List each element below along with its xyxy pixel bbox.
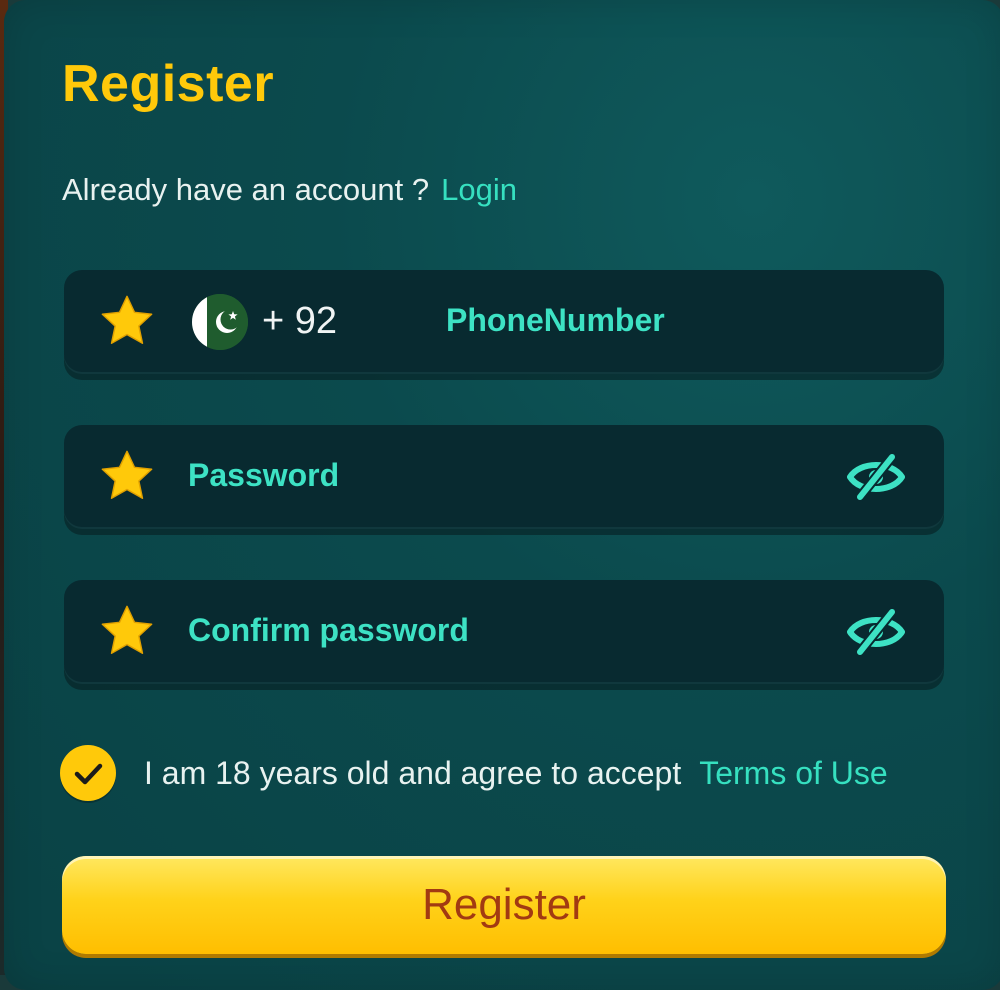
login-prompt: Already have an account ? Login bbox=[62, 172, 517, 208]
eye-slash-icon[interactable] bbox=[846, 451, 906, 503]
login-link[interactable]: Login bbox=[441, 172, 517, 207]
password-field[interactable] bbox=[64, 425, 944, 529]
phone-field[interactable]: + 92 bbox=[64, 270, 944, 374]
star-icon bbox=[101, 450, 153, 499]
register-button-label: Register bbox=[422, 880, 586, 929]
agree-checkbox[interactable] bbox=[60, 745, 116, 801]
confirm-password-field[interactable] bbox=[64, 580, 944, 684]
register-button[interactable]: Register bbox=[62, 856, 946, 954]
star-icon bbox=[101, 605, 153, 654]
confirm-password-input[interactable] bbox=[188, 612, 808, 649]
agreement-text: I am 18 years old and agree to accept Ter… bbox=[144, 755, 888, 792]
pakistan-flag-icon[interactable] bbox=[192, 294, 248, 350]
login-prompt-text: Already have an account ? bbox=[62, 172, 430, 207]
star-icon bbox=[101, 295, 153, 344]
country-code[interactable]: + 92 bbox=[262, 300, 337, 343]
terms-of-use-link[interactable]: Terms of Use bbox=[699, 755, 887, 791]
phone-input[interactable] bbox=[446, 302, 906, 339]
eye-slash-icon[interactable] bbox=[846, 606, 906, 658]
page-title: Register bbox=[62, 55, 275, 113]
agreement-label: I am 18 years old and agree to accept bbox=[144, 755, 682, 791]
checkmark-icon bbox=[74, 763, 103, 785]
password-input[interactable] bbox=[188, 457, 808, 494]
